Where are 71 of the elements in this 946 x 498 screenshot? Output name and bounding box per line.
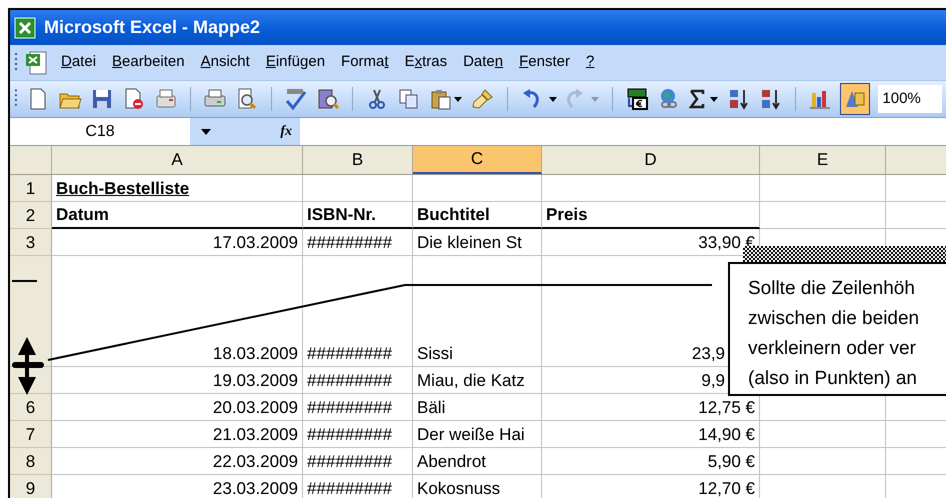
- menu-item[interactable]: Daten: [456, 51, 510, 74]
- table-cell[interactable]: Bäli: [413, 394, 542, 421]
- brush-icon[interactable]: [470, 87, 495, 111]
- table-cell[interactable]: 20.03.2009: [52, 394, 303, 421]
- row-header[interactable]: 9: [10, 475, 52, 498]
- table-cell[interactable]: 14,90 €: [542, 421, 760, 448]
- spell-check-icon[interactable]: [284, 87, 308, 111]
- table-cell[interactable]: [760, 202, 886, 229]
- table-cell[interactable]: Sissi: [413, 256, 542, 367]
- sum-icon[interactable]: [688, 87, 705, 111]
- table-cell[interactable]: [760, 448, 886, 475]
- table-cell[interactable]: #########: [303, 256, 413, 367]
- menu-item[interactable]: Fenster: [512, 51, 577, 74]
- table-cell[interactable]: Datum: [52, 202, 303, 229]
- paste-icon[interactable]: [428, 87, 453, 111]
- menu-item[interactable]: Format: [334, 51, 396, 74]
- dash-mark: [12, 280, 37, 282]
- table-cell[interactable]: Kokosnuss: [413, 475, 542, 498]
- table-cell[interactable]: 12,70 €: [542, 475, 760, 498]
- table-cell[interactable]: #########: [303, 421, 413, 448]
- row-header[interactable]: 7: [10, 421, 52, 448]
- table-cell[interactable]: [413, 175, 542, 202]
- euro-icon[interactable]: [624, 87, 649, 111]
- table-cell[interactable]: #########: [303, 394, 413, 421]
- table-cell[interactable]: #########: [303, 367, 413, 394]
- formula-input[interactable]: [300, 118, 946, 145]
- table-cell[interactable]: Abendrot: [413, 448, 542, 475]
- row-header[interactable]: 8: [10, 448, 52, 475]
- menu-item[interactable]: ?: [579, 51, 602, 74]
- name-box[interactable]: C18: [10, 118, 190, 145]
- row-header[interactable]: 3: [10, 229, 52, 256]
- menu-item[interactable]: Extras: [398, 51, 454, 74]
- menu-item[interactable]: Bearbeiten: [105, 51, 192, 74]
- window-title: Microsoft Excel - Mappe2: [44, 16, 260, 39]
- zoom-field[interactable]: 100%: [878, 85, 942, 113]
- table-cell[interactable]: 22.03.2009: [52, 448, 303, 475]
- table-cell[interactable]: 19.03.2009: [52, 367, 303, 394]
- column-header[interactable]: C: [413, 146, 542, 174]
- row-header[interactable]: 1: [10, 175, 52, 202]
- table-cell[interactable]: Miau, die Katz: [413, 367, 542, 394]
- table-cell[interactable]: [303, 175, 413, 202]
- table-cell[interactable]: [760, 175, 886, 202]
- function-label[interactable]: fx: [280, 121, 292, 142]
- menu-item[interactable]: Einfügen: [258, 51, 332, 74]
- menu-item[interactable]: Ansicht: [194, 51, 257, 74]
- row-header[interactable]: 6: [10, 394, 52, 421]
- table-cell[interactable]: 18.03.2009: [52, 256, 303, 367]
- table-cell[interactable]: 17.03.2009: [52, 229, 303, 256]
- book-search-icon[interactable]: [316, 87, 340, 111]
- table-cell[interactable]: [542, 175, 760, 202]
- table-cell[interactable]: [760, 421, 886, 448]
- table-cell[interactable]: ISBN-Nr.: [303, 202, 413, 229]
- table-cell[interactable]: #########: [303, 229, 413, 256]
- table-cell[interactable]: Buchtitel: [413, 202, 542, 229]
- row-header[interactable]: 2: [10, 202, 52, 229]
- row-resize-cursor-icon: [12, 337, 44, 395]
- table-cell[interactable]: Buch-Bestelliste: [52, 175, 303, 202]
- dropdown-arrow-icon[interactable]: [200, 128, 212, 136]
- workbook-icon[interactable]: [24, 50, 48, 76]
- table-cell[interactable]: #########: [303, 448, 413, 475]
- drawing-toggle-button[interactable]: [840, 83, 870, 115]
- table-cell[interactable]: 23.03.2009: [52, 475, 303, 498]
- menu-item[interactable]: Datei: [54, 51, 104, 74]
- table-cell[interactable]: #########: [303, 475, 413, 498]
- table-cell[interactable]: 5,90 €: [542, 448, 760, 475]
- table-cell[interactable]: Der weiße Hai: [413, 421, 542, 448]
- row-header[interactable]: [10, 256, 52, 367]
- table-cell[interactable]: Preis: [542, 202, 760, 229]
- spreadsheet-app-icon: [14, 16, 36, 38]
- table-cell[interactable]: Die kleinen St: [413, 229, 542, 256]
- table-cell[interactable]: 21.03.2009: [52, 421, 303, 448]
